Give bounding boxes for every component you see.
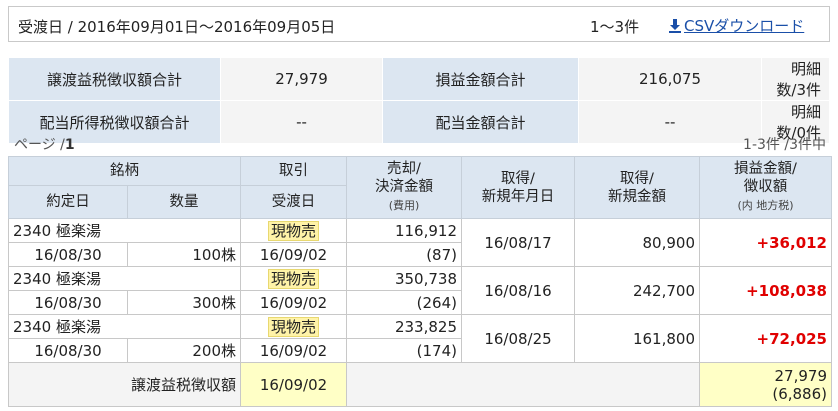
summary-row: 配当所得税徴収額合計 -- 配当金額合計 -- 明細数/0件 bbox=[8, 100, 830, 144]
contract-date: 16/08/30 bbox=[8, 242, 128, 267]
contract-date: 16/08/30 bbox=[8, 290, 128, 315]
summary-label: 損益金額合計 bbox=[382, 57, 579, 101]
col-quantity: 数量 bbox=[127, 185, 241, 219]
acq-date: 16/08/25 bbox=[461, 314, 575, 363]
col-brand: 銘柄 bbox=[8, 156, 241, 186]
fee: (264) bbox=[346, 290, 462, 315]
fee: (87) bbox=[346, 242, 462, 267]
profit-loss: +108,038 bbox=[699, 266, 832, 315]
col-profit-loss: 損益金額/徴収額 (内 地方税) bbox=[699, 156, 832, 219]
col-settle-amount: 売却/決済金額 (費用) bbox=[346, 156, 462, 219]
table-row: 2340 極楽湯 現物売 233,825 16/08/25 161,800 +7… bbox=[8, 314, 832, 363]
col-trade: 取引 bbox=[240, 156, 347, 186]
profit-loss: +36,012 bbox=[699, 218, 832, 267]
table-row: 2340 極楽湯 現物売 116,912 16/08/17 80,900 +36… bbox=[8, 218, 832, 267]
brand-cell: 2340 極楽湯 bbox=[8, 266, 241, 291]
trade-type-badge: 現物売 bbox=[267, 221, 319, 241]
trade-type-badge: 現物売 bbox=[267, 317, 319, 337]
acq-date: 16/08/16 bbox=[461, 266, 575, 315]
quantity: 300株 bbox=[127, 290, 241, 315]
settle-amount: 116,912 bbox=[346, 218, 462, 243]
table-row: 2340 極楽湯 現物売 350,738 16/08/16 242,700 +1… bbox=[8, 266, 832, 315]
summary-label: 配当金額合計 bbox=[382, 100, 579, 144]
trade-type-badge: 現物売 bbox=[267, 269, 319, 289]
summary-table: 譲渡益税徴収額合計 27,979 損益金額合計 216,075 明細数/3件 配… bbox=[8, 57, 830, 144]
settle-amount: 350,738 bbox=[346, 266, 462, 291]
summary-row: 譲渡益税徴収額合計 27,979 損益金額合計 216,075 明細数/3件 bbox=[8, 57, 830, 101]
total-date: 16/09/02 bbox=[240, 362, 347, 407]
acq-amount: 80,900 bbox=[574, 218, 700, 267]
total-tax: 27,979 (6,886) bbox=[699, 362, 832, 407]
summary-value: -- bbox=[578, 100, 762, 144]
col-contract-date: 約定日 bbox=[8, 185, 128, 219]
total-row: 譲渡益税徴収額 16/09/02 27,979 (6,886) bbox=[8, 362, 832, 407]
fee: (174) bbox=[346, 338, 462, 363]
period-label: 受渡日 / 2016年09月01日〜2016年09月05日 bbox=[18, 18, 336, 36]
contract-date: 16/08/30 bbox=[8, 338, 128, 363]
quantity: 200株 bbox=[127, 338, 241, 363]
summary-value: 27,979 bbox=[220, 57, 383, 101]
summary-label: 譲渡益税徴収額合計 bbox=[8, 57, 221, 101]
download-icon bbox=[669, 19, 681, 33]
total-label: 譲渡益税徴収額 bbox=[8, 362, 241, 407]
acq-amount: 242,700 bbox=[574, 266, 700, 315]
detail-count: 明細数/3件 bbox=[761, 57, 830, 101]
csv-download-link[interactable]: CSVダウンロード bbox=[669, 15, 804, 36]
result-count: 1〜3件 bbox=[590, 18, 640, 36]
col-acq-date: 取得/新規年月日 bbox=[461, 156, 575, 219]
page-count: 1-3件 /3件中 bbox=[743, 137, 826, 153]
csv-download-label: CSVダウンロード bbox=[684, 17, 805, 35]
acq-date: 16/08/17 bbox=[461, 218, 575, 267]
transactions-table: 銘柄 取引 売却/決済金額 (費用) 取得/新規年月日 取得/新規金額 損益金額/… bbox=[8, 156, 832, 407]
acq-amount: 161,800 bbox=[574, 314, 700, 363]
delivery-date: 16/09/02 bbox=[240, 242, 347, 267]
page-indicator: ページ /1 bbox=[14, 137, 75, 153]
result-header: 受渡日 / 2016年09月01日〜2016年09月05日 1〜3件 CSVダウ… bbox=[8, 6, 830, 42]
settle-amount: 233,825 bbox=[346, 314, 462, 339]
col-acq-amount: 取得/新規金額 bbox=[574, 156, 700, 219]
brand-cell: 2340 極楽湯 bbox=[8, 218, 241, 243]
profit-loss: +72,025 bbox=[699, 314, 832, 363]
delivery-date: 16/09/02 bbox=[240, 290, 347, 315]
summary-value: 216,075 bbox=[578, 57, 762, 101]
col-delivery-date: 受渡日 bbox=[240, 185, 347, 219]
delivery-date: 16/09/02 bbox=[240, 338, 347, 363]
summary-value: -- bbox=[220, 100, 383, 144]
brand-cell: 2340 極楽湯 bbox=[8, 314, 241, 339]
quantity: 100株 bbox=[127, 242, 241, 267]
